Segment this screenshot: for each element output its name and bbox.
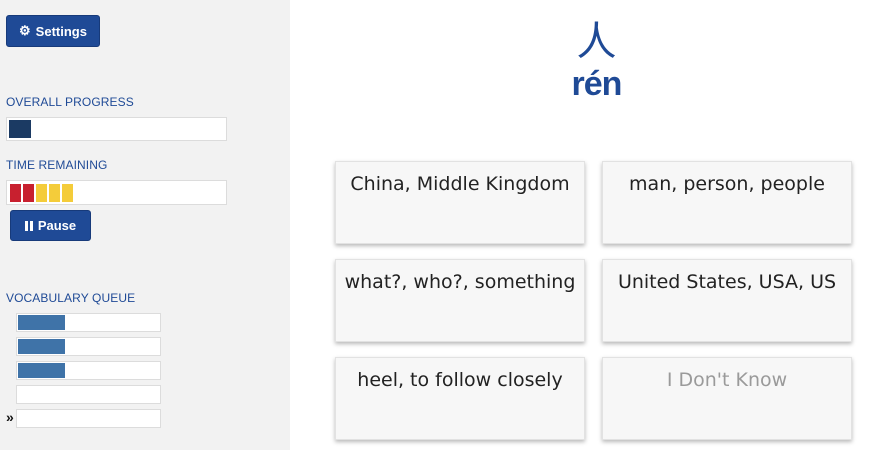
time-segment (36, 184, 47, 202)
queue-item (16, 385, 161, 404)
prompt-pinyin: rén (571, 65, 623, 103)
time-segment (49, 184, 60, 202)
settings-button[interactable]: ⚙ Settings (6, 15, 100, 47)
answer-label: United States, USA, US (617, 271, 837, 293)
answer-card[interactable]: man, person, people (602, 161, 852, 244)
answer-card[interactable]: United States, USA, US (602, 259, 852, 342)
time-remaining-label: TIME REMAINING (6, 158, 108, 172)
queue-item (16, 313, 161, 332)
queue-item (16, 409, 161, 428)
dont-know-card[interactable]: I Don't Know (602, 357, 852, 440)
queue-item (16, 361, 161, 380)
answer-card[interactable]: heel, to follow closely (335, 357, 585, 440)
vocabulary-queue-label: VOCABULARY QUEUE (6, 291, 136, 305)
time-remaining-bar (6, 180, 227, 205)
answer-label: heel, to follow closely (357, 369, 563, 391)
answer-card[interactable]: what?, who?, something (335, 259, 585, 342)
time-segment (62, 184, 73, 202)
gear-icon: ⚙ (19, 23, 31, 38)
sidebar: ⚙ Settings OVERALL PROGRESS TIME REMAINI… (0, 0, 290, 450)
pause-label: Pause (37, 218, 77, 233)
time-segment (10, 184, 21, 202)
current-queue-marker: » (6, 409, 14, 425)
settings-label: Settings (35, 23, 87, 39)
overall-progress-bar (6, 117, 227, 141)
queue-item-fill (18, 363, 65, 378)
queue-item-fill (18, 339, 65, 354)
answer-label: what?, who?, something (344, 271, 576, 293)
dont-know-label: I Don't Know (666, 369, 788, 391)
pause-button[interactable]: Pause (10, 210, 91, 241)
answer-card[interactable]: China, Middle Kingdom (335, 161, 585, 244)
pause-icon (24, 220, 33, 231)
answer-label: man, person, people (629, 173, 825, 195)
overall-progress-fill (9, 120, 31, 138)
answer-label: China, Middle Kingdom (350, 173, 570, 195)
overall-progress-label: OVERALL PROGRESS (6, 95, 134, 109)
queue-item (16, 337, 161, 356)
queue-item-fill (18, 315, 65, 330)
prompt-character: 人 (576, 19, 617, 65)
time-segment (23, 184, 34, 202)
